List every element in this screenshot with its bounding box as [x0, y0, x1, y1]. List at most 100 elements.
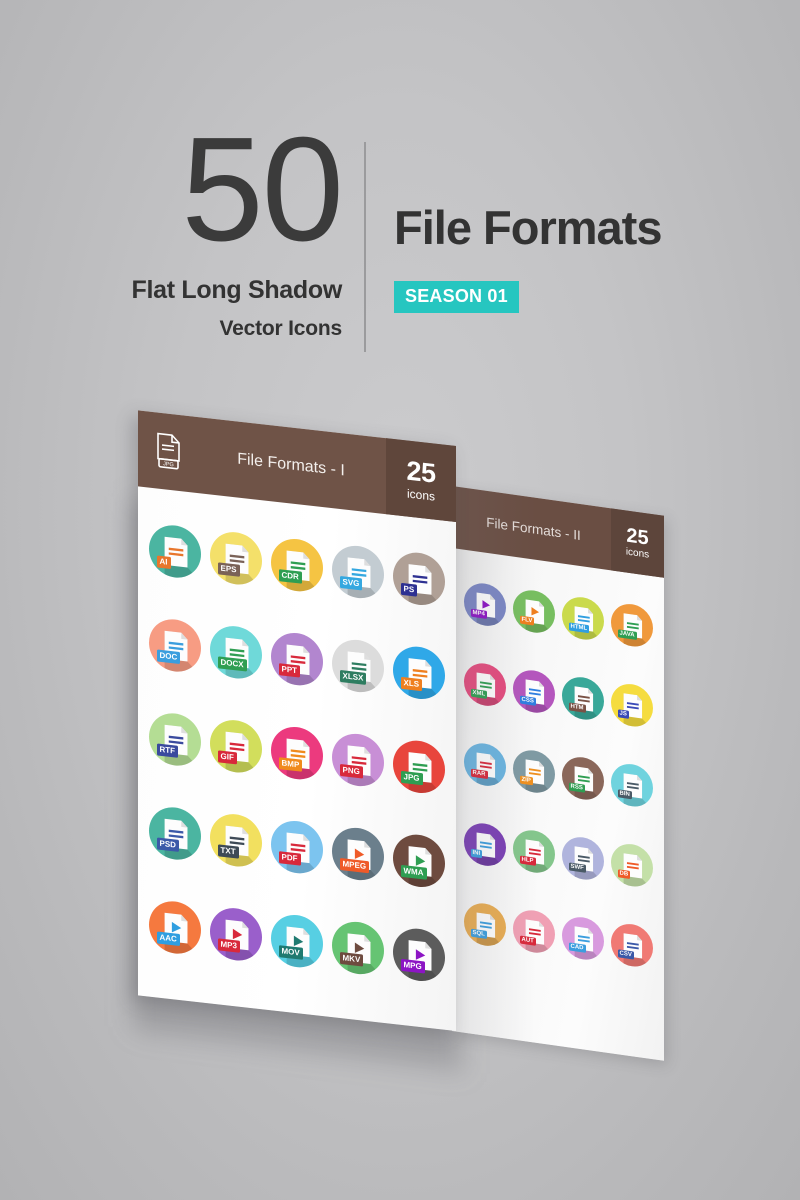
- file-format-icon-cdr[interactable]: CDR: [270, 536, 323, 595]
- file-format-icon-ppt[interactable]: PPT: [270, 630, 323, 689]
- icon-grid-cell[interactable]: RTF: [144, 689, 205, 790]
- file-format-icon-docx[interactable]: DOCX: [209, 623, 262, 682]
- file-format-icon-zip[interactable]: ZIP: [512, 748, 555, 796]
- icon-format-label: RTF: [156, 743, 179, 758]
- icon-grid-cell[interactable]: SWF: [558, 815, 607, 902]
- icon-grid-cell[interactable]: XML: [460, 641, 509, 728]
- icon-grid-cell[interactable]: XLS: [388, 622, 449, 723]
- icon-grid-cell[interactable]: GIF: [205, 696, 266, 797]
- icon-grid-cell[interactable]: FLV: [509, 568, 558, 655]
- icon-grid-cell[interactable]: HLP: [509, 808, 558, 895]
- icon-grid-cell[interactable]: PS: [388, 528, 449, 629]
- file-format-icon-mkv[interactable]: MKV: [331, 919, 384, 977]
- file-format-icon-swf[interactable]: SWF: [561, 834, 604, 883]
- icon-grid-cell[interactable]: AAC: [144, 877, 205, 978]
- file-format-icon-rtf[interactable]: RTF: [148, 711, 201, 769]
- icon-grid-cell[interactable]: AUT: [509, 888, 558, 975]
- file-format-icon-hlp[interactable]: HLP: [512, 828, 555, 876]
- file-format-icon-png[interactable]: PNG: [331, 731, 384, 789]
- icon-grid-cell[interactable]: INI: [460, 801, 509, 888]
- icon-grid-cell[interactable]: RSS: [558, 735, 607, 822]
- icon-format-label: MP3: [217, 938, 240, 953]
- file-format-icon-eps[interactable]: EPS: [209, 529, 262, 588]
- icon-grid-cell[interactable]: DOCX: [205, 602, 266, 703]
- file-format-icon-cad[interactable]: CAD: [561, 914, 604, 963]
- icon-grid-cell[interactable]: CSS: [509, 648, 558, 735]
- file-format-icon-bin[interactable]: BIN: [610, 761, 653, 810]
- file-format-icon-flv[interactable]: FLV: [512, 588, 555, 636]
- icon-grid-cell[interactable]: HTM: [558, 655, 607, 742]
- icon-grid-cell[interactable]: CSV: [607, 902, 656, 989]
- icon-grid-cell[interactable]: JPG: [388, 716, 449, 817]
- icon-set-booklet: File Formats - II 25 icons MP4 FLV HTML JAV…: [0, 0, 800, 1200]
- icon-grid-cell[interactable]: JS: [607, 662, 656, 749]
- file-format-icon-java[interactable]: JAVA: [610, 601, 653, 650]
- icon-format-label: BMP: [278, 757, 303, 772]
- icon-grid-cell[interactable]: WMA: [388, 810, 449, 911]
- file-format-icon-svg[interactable]: SVG: [331, 543, 384, 601]
- icon-grid-cell[interactable]: TXT: [205, 790, 266, 891]
- file-format-icon-jpg[interactable]: JPG: [392, 738, 445, 796]
- file-format-icon-mov[interactable]: MOV: [270, 912, 323, 971]
- icon-format-label: PDF: [278, 851, 301, 866]
- icon-grid-cell[interactable]: MPG: [388, 904, 449, 1005]
- file-format-icon-xlsx[interactable]: XLSX: [331, 637, 384, 695]
- icon-grid-cell[interactable]: ZIP: [509, 728, 558, 815]
- file-format-icon-mpeg[interactable]: MPEG: [331, 825, 384, 883]
- icon-grid-cell[interactable]: MPEG: [327, 804, 388, 905]
- file-format-icon-bmp[interactable]: BMP: [270, 724, 323, 783]
- icon-grid-cell[interactable]: DB: [607, 822, 656, 909]
- icon-grid-cell[interactable]: CAD: [558, 895, 607, 982]
- icon-format-label: MKV: [339, 951, 364, 967]
- file-format-icon-wma[interactable]: WMA: [392, 832, 445, 890]
- icon-grid-cell[interactable]: AI: [144, 501, 205, 602]
- file-format-icon-ini[interactable]: INI: [463, 821, 506, 869]
- file-format-icon-rss[interactable]: RSS: [561, 754, 604, 803]
- icon-grid-cell[interactable]: PDF: [266, 797, 327, 898]
- icon-grid-cell[interactable]: MKV: [327, 898, 388, 999]
- icon-grid-cell[interactable]: PPT: [266, 609, 327, 710]
- panel-1-count-number: 25: [406, 455, 436, 489]
- file-format-icon-doc[interactable]: DOC: [148, 617, 201, 675]
- file-format-icon-ai[interactable]: AI: [148, 523, 201, 581]
- file-format-icon-rar[interactable]: RAR: [463, 741, 506, 789]
- icon-grid-cell[interactable]: CDR: [266, 515, 327, 616]
- file-format-icon-pdf[interactable]: PDF: [270, 818, 323, 877]
- file-format-icon-psd[interactable]: PSD: [148, 805, 201, 863]
- icon-grid-cell[interactable]: PSD: [144, 783, 205, 884]
- icon-format-label: PNG: [339, 763, 363, 779]
- file-format-icon-js[interactable]: JS: [610, 681, 653, 730]
- file-format-icon-mp4[interactable]: MP4: [463, 581, 506, 629]
- icon-grid-cell[interactable]: BMP: [266, 703, 327, 804]
- file-format-icon-htm[interactable]: HTM: [561, 674, 604, 723]
- file-format-icon-aut[interactable]: AUT: [512, 908, 555, 956]
- icon-grid-cell[interactable]: SVG: [327, 522, 388, 623]
- icon-grid-cell[interactable]: JAVA: [607, 582, 656, 669]
- icon-grid-cell[interactable]: MP4: [460, 561, 509, 648]
- icon-grid-cell[interactable]: EPS: [205, 508, 266, 609]
- icon-format-label: DB: [617, 869, 631, 880]
- file-format-icon-ps[interactable]: PS: [392, 550, 445, 608]
- icon-grid-cell[interactable]: DOC: [144, 595, 205, 696]
- icon-grid-cell[interactable]: SQL: [460, 881, 509, 968]
- icon-grid-cell[interactable]: HTML: [558, 575, 607, 662]
- icon-grid-cell[interactable]: PNG: [327, 710, 388, 811]
- file-format-icon-css[interactable]: CSS: [512, 668, 555, 716]
- file-format-icon-sql[interactable]: SQL: [463, 901, 506, 949]
- file-format-icon-html[interactable]: HTML: [561, 594, 604, 643]
- icon-grid-cell[interactable]: MOV: [266, 891, 327, 992]
- file-format-icon-aac[interactable]: AAC: [148, 899, 201, 957]
- file-format-icon-csv[interactable]: CSV: [610, 921, 653, 970]
- file-format-icon-gif[interactable]: GIF: [209, 717, 262, 776]
- icon-grid-cell[interactable]: XLSX: [327, 616, 388, 717]
- icon-format-label: TXT: [217, 844, 239, 859]
- file-format-icon-xls[interactable]: XLS: [392, 644, 445, 702]
- icon-grid-cell[interactable]: BIN: [607, 742, 656, 829]
- file-format-icon-db[interactable]: DB: [610, 841, 653, 890]
- file-format-icon-mp3[interactable]: MP3: [209, 905, 262, 964]
- icon-grid-cell[interactable]: MP3: [205, 884, 266, 985]
- file-format-icon-mpg[interactable]: MPG: [392, 926, 445, 984]
- file-format-icon-txt[interactable]: TXT: [209, 811, 262, 870]
- file-format-icon-xml[interactable]: XML: [463, 661, 506, 709]
- icon-grid-cell[interactable]: RAR: [460, 721, 509, 808]
